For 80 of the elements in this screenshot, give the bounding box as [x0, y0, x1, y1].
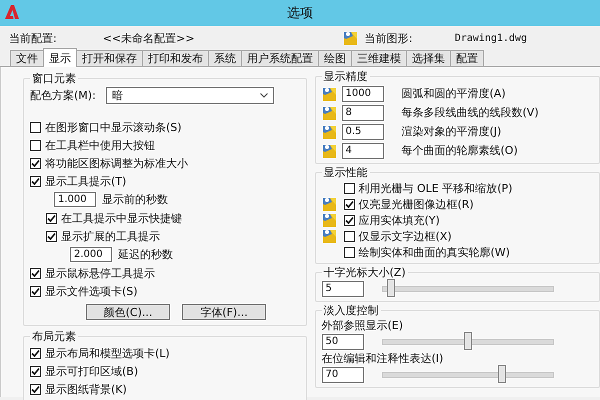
input-field[interactable]: 4 [342, 142, 384, 158]
drawing-file-icon [342, 30, 359, 46]
checkbox-label: 应用实体填充(Y) [358, 212, 440, 228]
chevron-down-icon [260, 92, 268, 98]
checkbox[interactable] [344, 230, 354, 242]
checkbox[interactable] [344, 198, 354, 210]
input-field[interactable]: 5 [322, 281, 364, 297]
input-field[interactable]: 2.000 [70, 247, 112, 262]
checkbox[interactable] [30, 384, 41, 394]
tab[interactable]: 三维建模 [351, 50, 407, 66]
checkbox-label: 仅显示文字边框(X) [358, 228, 452, 244]
checkbox-label: 显示扩展的工具提示 [61, 228, 160, 244]
field-label: 圆弧和圆的平滑度(A) [402, 86, 506, 101]
checkbox[interactable] [46, 212, 57, 224]
tab[interactable]: 配置 [450, 50, 484, 66]
profile-label: 当前配置: [9, 30, 57, 46]
input-field[interactable]: 1000 [342, 86, 384, 102]
checkbox[interactable] [30, 366, 41, 376]
group-title: 淡入度控制 [322, 303, 380, 318]
color-scheme-label: 配色方案(M): [30, 88, 96, 102]
checkbox-label: 绘制实体和曲面的真实轮廓(W) [358, 244, 510, 260]
input-field[interactable]: 50 [322, 334, 364, 350]
checkbox-label: 在工具提示中显示快捷键 [61, 210, 182, 226]
tab[interactable]: 选择集 [406, 50, 451, 66]
dialog-button[interactable]: 颜色(C)... [86, 304, 170, 320]
drawing-name: Drawing1.dwg [454, 32, 527, 44]
group-title: 显示精度 [322, 69, 370, 84]
input-field[interactable]: 70 [322, 367, 364, 383]
tab[interactable]: 系统 [208, 50, 242, 66]
checkbox-label: 在图形窗口中显示滚动条(S) [45, 120, 182, 134]
tab[interactable]: 显示 [43, 48, 77, 67]
checkbox-label: 显示工具提示(T) [45, 174, 126, 188]
checkbox-label: 显示鼠标悬停工具提示 [45, 266, 155, 280]
group-title: 显示性能 [322, 165, 370, 180]
window-title: 选项 [287, 5, 313, 22]
checkbox-label: 在工具栏中使用大按钮 [45, 138, 155, 152]
tab[interactable]: 绘图 [318, 50, 352, 66]
group-title: 十字光标大小(Z) [322, 265, 408, 280]
checkbox-label: 显示可打印区域(B) [45, 364, 138, 378]
checkbox-label: 显示文件选项卡(S) [45, 284, 138, 298]
field-label: 每个曲面的轮廓素线(O) [402, 143, 518, 158]
checkbox[interactable] [30, 348, 41, 358]
field-label: 每条多段线曲线的线段数(V) [402, 105, 539, 120]
slider-label: 外部参照显示(E) [322, 318, 404, 333]
checkbox-label: 利用光栅与 OLE 平移和缩放(P) [358, 180, 512, 196]
drawing-label: 当前图形: [364, 30, 414, 46]
app-logo-icon [4, 4, 20, 20]
slider-thumb[interactable] [464, 332, 472, 350]
slider-thumb[interactable] [387, 279, 395, 297]
field-label: 延迟的秒数 [118, 247, 173, 262]
checkbox[interactable] [30, 140, 41, 150]
tab[interactable]: 打印和发布 [142, 50, 209, 66]
checkbox-label: 将功能区图标调整为标准大小 [45, 156, 188, 170]
profile-value: <<未命名配置>> [102, 30, 196, 46]
field-label: 显示前的秒数 [102, 192, 168, 207]
checkbox[interactable] [46, 230, 57, 242]
slider-thumb[interactable] [498, 365, 506, 383]
checkbox-label: 仅亮显光栅图像边框(R) [358, 196, 474, 212]
input-field[interactable]: 8 [342, 104, 384, 120]
input-field[interactable]: 0.5 [342, 124, 384, 140]
checkbox-label: 显示图纸背景(K) [45, 382, 127, 396]
checkbox-label: 显示布局和模型选项卡(L) [45, 346, 170, 360]
checkbox[interactable] [30, 158, 41, 168]
slider-label: 在位编辑和注释性表达(I) [322, 351, 444, 366]
checkbox[interactable] [30, 286, 41, 296]
checkbox[interactable] [344, 182, 354, 194]
group-title: 布局元素 [30, 329, 78, 344]
checkbox[interactable] [344, 214, 354, 226]
checkbox[interactable] [30, 176, 41, 186]
input-field[interactable]: 1.000 [54, 192, 96, 207]
tab[interactable]: 打开和保存 [76, 50, 143, 66]
group-title: 窗口元素 [30, 71, 78, 86]
color-scheme-dropdown[interactable]: 暗 [106, 86, 274, 104]
checkbox[interactable] [30, 268, 41, 278]
checkbox[interactable] [30, 122, 41, 132]
tab[interactable]: 用户系统配置 [241, 50, 319, 66]
dialog-button[interactable]: 字体(F)... [182, 304, 266, 320]
field-label: 渲染对象的平滑度(J) [402, 124, 502, 139]
checkbox[interactable] [344, 246, 354, 258]
tab[interactable]: 文件 [10, 50, 44, 66]
